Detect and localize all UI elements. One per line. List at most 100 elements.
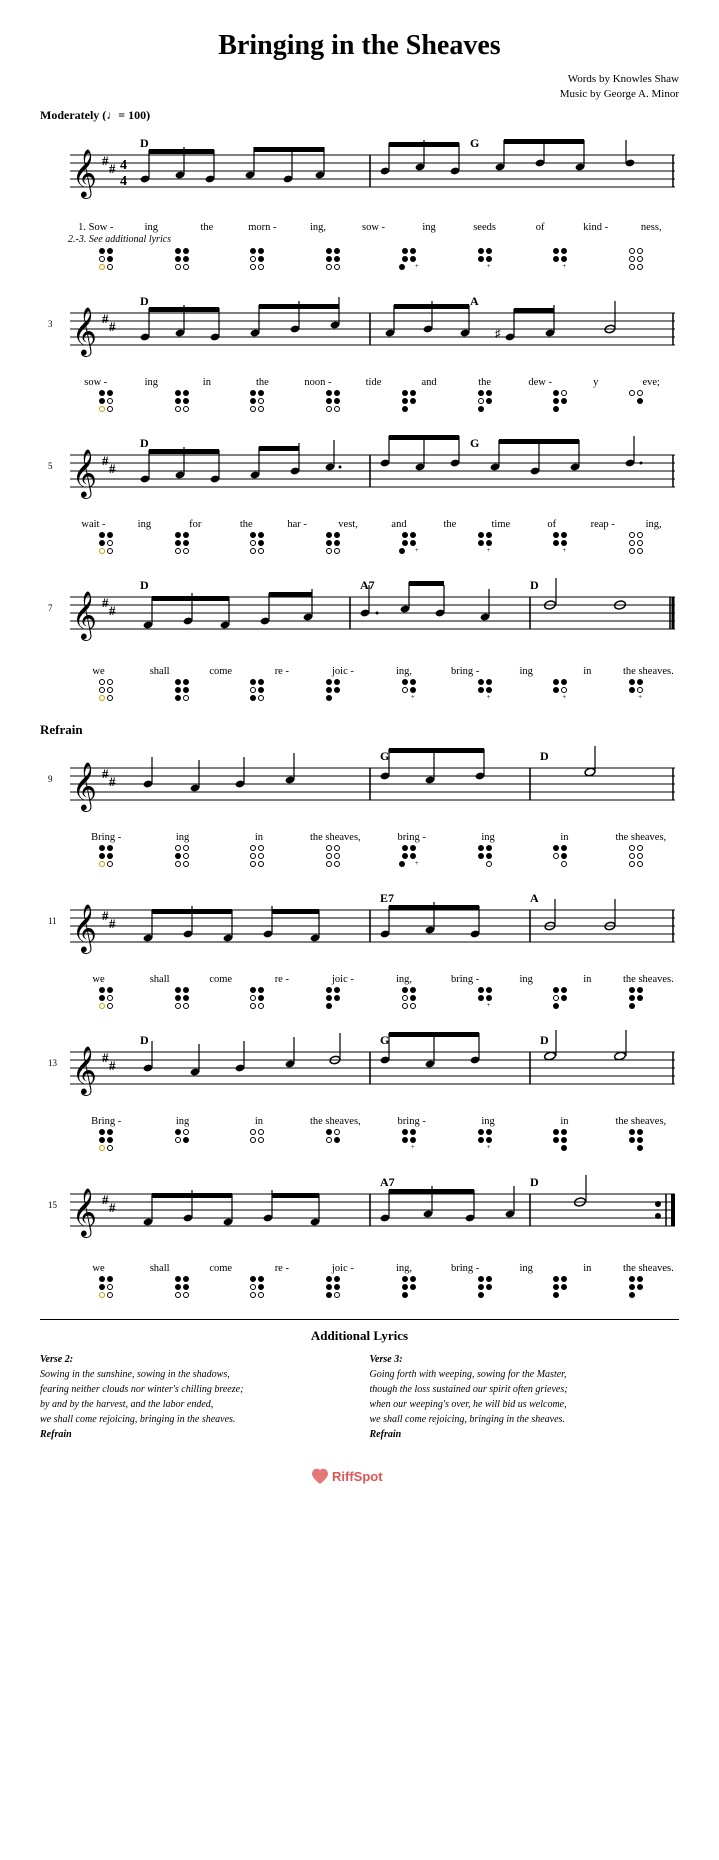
svg-text:15: 15 <box>48 1200 58 1210</box>
additional-lyrics-section: Additional Lyrics Verse 2: Sowing in the… <box>40 1319 679 1442</box>
verse-3-title: Verse 3: <box>370 1352 680 1367</box>
svg-text:G: G <box>380 1033 389 1047</box>
lyrics-row-3: wait - ing for the har - vest, and the t… <box>40 519 679 530</box>
page-container: Bringing in the Sheaves Words by Knowles… <box>0 0 719 1860</box>
riffspot-logo-svg: RiffSpot <box>310 1462 410 1490</box>
svg-text:D: D <box>140 294 149 308</box>
svg-text:A7: A7 <box>380 1175 395 1189</box>
svg-text:A: A <box>530 891 539 905</box>
attribution-line2: Music by George A. Minor <box>40 87 679 102</box>
svg-text:#: # <box>109 1200 116 1215</box>
svg-text:E7: E7 <box>380 891 394 905</box>
verse-2-block: Verse 2: Sowing in the sunshine, sowing … <box>40 1352 350 1442</box>
additional-lyrics-title: Additional Lyrics <box>40 1328 679 1344</box>
svg-text:G: G <box>470 436 479 450</box>
refrain-lyrics-1: Bring - ing in the sheaves, bring - ing … <box>40 832 679 843</box>
svg-text:#: # <box>109 461 116 476</box>
svg-text:#: # <box>109 319 116 334</box>
svg-text:D: D <box>140 136 149 150</box>
svg-text:9: 9 <box>48 774 53 784</box>
verse-2-refrain: Refrain <box>40 1429 72 1440</box>
chord-grid-1: + + + <box>40 247 679 271</box>
lyrics-row-4: we shall come re - joic - ing, bring - i… <box>40 666 679 677</box>
verse-3-text: Going forth with weeping, sowing for the… <box>370 1367 680 1442</box>
svg-text:#: # <box>102 595 109 610</box>
chord-grid-r3: + + <box>40 1128 679 1152</box>
svg-text:7: 7 <box>48 603 53 613</box>
svg-text:5: 5 <box>48 461 53 471</box>
svg-text:#: # <box>102 153 109 168</box>
staff-system-5: 9 𝄞 # # G D <box>40 740 679 830</box>
svg-text:#: # <box>109 916 116 931</box>
svg-text:#: # <box>109 161 116 176</box>
staff-system-3: 5 𝄞 # # D G <box>40 427 679 517</box>
chord-grid-r2: + <box>40 986 679 1010</box>
verse-3-refrain: Refrain <box>370 1429 402 1440</box>
svg-text:𝄞: 𝄞 <box>72 307 97 357</box>
svg-text:3: 3 <box>48 319 53 329</box>
svg-text:G: G <box>380 749 389 763</box>
refrain-lyrics-4: we shall come re - joic - ing, bring - i… <box>40 1263 679 1274</box>
svg-text:#: # <box>102 908 109 923</box>
svg-text:𝄞: 𝄞 <box>72 591 97 641</box>
svg-text:D: D <box>140 436 149 450</box>
verses-container: Verse 2: Sowing in the sunshine, sowing … <box>40 1352 679 1442</box>
svg-text:D: D <box>140 578 149 592</box>
lyrics-row-1: 1. Sow - ing the morn - ing, sow - ing s… <box>40 222 679 233</box>
chord-grid-r4 <box>40 1275 679 1299</box>
svg-text:11: 11 <box>48 916 57 926</box>
chord-grid-r1: + <box>40 844 679 868</box>
svg-text:D: D <box>140 1033 149 1047</box>
staff-svg-3: 5 𝄞 # # D G <box>40 427 679 517</box>
refrain-lyrics-2: we shall come re - joic - ing, bring - i… <box>40 974 679 985</box>
staff-svg-2: 3 𝄞 # # D A <box>40 285 679 375</box>
refrain-label: Refrain <box>40 722 679 738</box>
lyrics-row-1b: 2.-3. See additional lyrics <box>40 234 679 245</box>
page-title: Bringing in the Sheaves <box>40 20 679 62</box>
chord-grid-2 <box>40 389 679 413</box>
svg-text:♯: ♯ <box>495 328 501 340</box>
staff-system-2: 3 𝄞 # # D A <box>40 285 679 375</box>
staff-svg-1: 𝄞 # # 4 4 D G <box>40 125 679 220</box>
svg-text:𝄞: 𝄞 <box>72 149 97 199</box>
svg-text:#: # <box>102 1192 109 1207</box>
attribution: Words by Knowles Shaw Music by George A.… <box>40 72 679 103</box>
staff-system-7: 13 𝄞 # # D G D <box>40 1024 679 1114</box>
svg-text:D: D <box>530 1175 539 1189</box>
tempo-marking: Moderately (♩= 100) <box>40 108 679 123</box>
chord-grid-4: + + + + <box>40 678 679 702</box>
svg-text:𝄞: 𝄞 <box>72 904 97 954</box>
svg-text:D: D <box>540 1033 549 1047</box>
svg-text:#: # <box>109 603 116 618</box>
riffspot-logo: RiffSpot <box>40 1462 679 1494</box>
svg-text:13: 13 <box>48 1058 58 1068</box>
staff-svg-4: 7 𝄞 # # D A7 D <box>40 569 679 664</box>
svg-text:D: D <box>530 578 539 592</box>
staff-svg-6: 11 𝄞 # # E7 A <box>40 882 679 972</box>
staff-system-6: 11 𝄞 # # E7 A <box>40 882 679 972</box>
staff-system-8: 15 𝄞 # # A7 D <box>40 1166 679 1261</box>
svg-text:G: G <box>470 136 479 150</box>
lyrics-row-2: sow - ing in the noon - tide and the dew… <box>40 377 679 388</box>
refrain-lyrics-3: Bring - ing in the sheaves, bring - ing … <box>40 1116 679 1127</box>
chord-grid-3: + + + <box>40 531 679 555</box>
staff-svg-7: 13 𝄞 # # D G D <box>40 1024 679 1114</box>
svg-text:#: # <box>102 1050 109 1065</box>
svg-text:#: # <box>102 453 109 468</box>
verse-3-block: Verse 3: Going forth with weeping, sowin… <box>370 1352 680 1442</box>
svg-text:#: # <box>109 1058 116 1073</box>
svg-text:𝄞: 𝄞 <box>72 762 97 812</box>
svg-text:#: # <box>102 311 109 326</box>
svg-text:#: # <box>109 774 116 789</box>
staff-svg-8: 15 𝄞 # # A7 D <box>40 1166 679 1261</box>
svg-text:𝄞: 𝄞 <box>72 449 97 499</box>
svg-text:A: A <box>470 294 479 308</box>
svg-text:A7: A7 <box>360 578 375 592</box>
verse-2-text: Sowing in the sunshine, sowing in the sh… <box>40 1367 350 1442</box>
staff-system-1: 𝄞 # # 4 4 D G <box>40 125 679 220</box>
svg-text:𝄞: 𝄞 <box>72 1188 97 1238</box>
svg-text:D: D <box>540 749 549 763</box>
staff-system-4: 7 𝄞 # # D A7 D <box>40 569 679 664</box>
svg-text:4: 4 <box>120 174 127 189</box>
svg-text:𝄞: 𝄞 <box>72 1046 97 1096</box>
